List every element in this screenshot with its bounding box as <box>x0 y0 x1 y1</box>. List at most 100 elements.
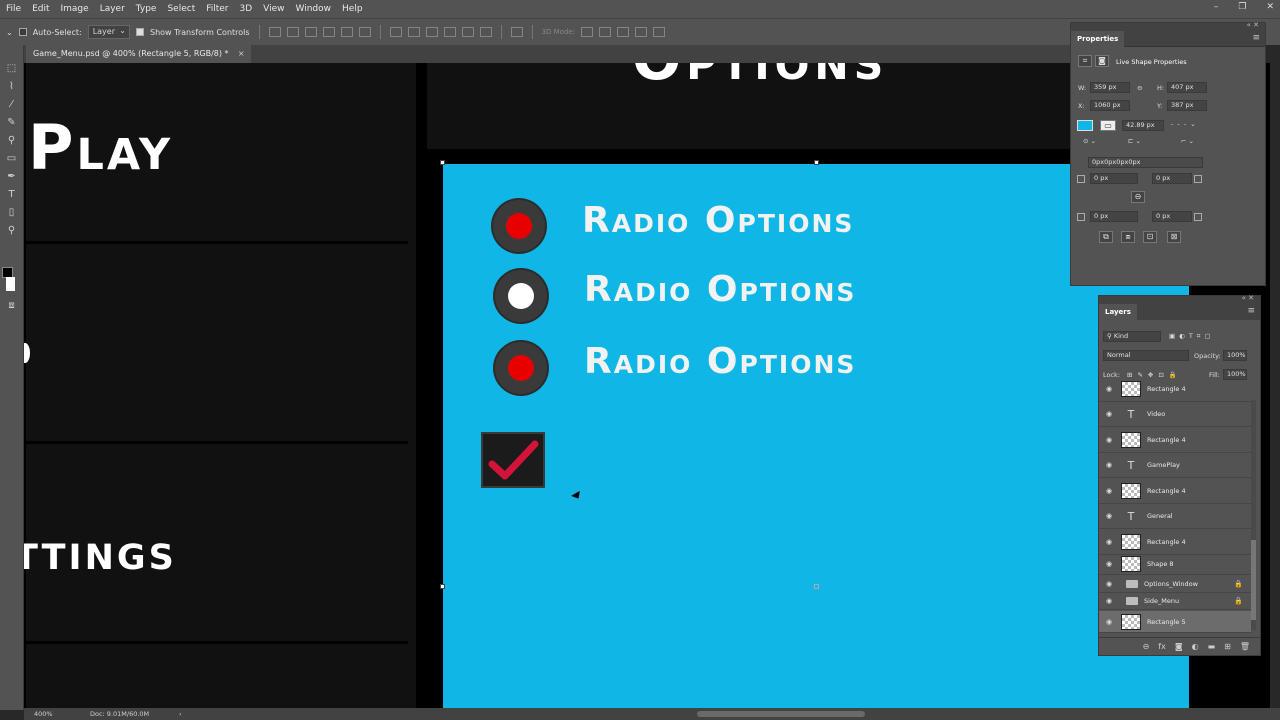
align-top-icon[interactable] <box>268 27 281 37</box>
visibility-eye-icon[interactable]: ◉ <box>1102 512 1116 520</box>
quick-mask-icon[interactable]: ⧈ <box>6 300 18 312</box>
eyedropper-tool-icon[interactable]: ⁄ <box>6 99 18 111</box>
distribute-left-icon[interactable] <box>443 27 456 37</box>
new-layer-icon[interactable]: ⊞ <box>1224 642 1231 651</box>
visibility-eye-icon[interactable]: ◉ <box>1102 436 1116 444</box>
menu-select[interactable]: Select <box>167 4 195 14</box>
align-hcenter-icon[interactable] <box>340 27 353 37</box>
transform-handle-top-center[interactable] <box>814 160 819 165</box>
menu-view[interactable]: View <box>263 4 284 14</box>
distribute-top-icon[interactable] <box>389 27 402 37</box>
rectangle-tool-icon[interactable]: ▯ <box>6 207 18 219</box>
checkbox[interactable] <box>481 432 545 488</box>
layer-row[interactable]: ◉ Shape 8 <box>1099 553 1251 575</box>
align-vcenter-icon[interactable] <box>286 27 299 37</box>
distribute-vcenter-icon[interactable] <box>407 27 420 37</box>
layer-row[interactable]: ◉ T General <box>1099 504 1251 529</box>
layer-group-row[interactable]: ◉ Side_Menu 🔒 <box>1099 593 1251 610</box>
3d-scale-icon[interactable] <box>653 27 666 37</box>
zoom-tool-icon[interactable]: ⚲ <box>6 225 18 237</box>
radio-button-1[interactable] <box>493 200 545 252</box>
pen-tool-icon[interactable]: ✒ <box>6 171 18 183</box>
add-mask-icon[interactable]: ◙ <box>1175 642 1183 651</box>
menu-filter[interactable]: Filter <box>206 4 228 14</box>
width-field[interactable]: 359 px <box>1090 82 1130 93</box>
horizontal-scrollbar[interactable] <box>697 711 865 717</box>
stroke-size-field[interactable]: 42.89 px <box>1122 120 1164 131</box>
visibility-eye-icon[interactable]: ◉ <box>1102 385 1116 393</box>
visibility-eye-icon[interactable]: ◉ <box>1102 487 1116 495</box>
panel-menu-icon[interactable]: ≡ <box>1247 306 1255 316</box>
height-field[interactable]: 407 px <box>1167 82 1207 93</box>
visibility-eye-icon[interactable]: ◉ <box>1102 597 1116 605</box>
layer-row[interactable]: ◉ T Video <box>1099 402 1251 427</box>
corner-tl-field[interactable]: 0 px <box>1090 173 1138 184</box>
y-field[interactable]: 387 px <box>1167 100 1207 111</box>
eraser-tool-icon[interactable]: ▭ <box>6 153 18 165</box>
stroke-join-dropdown[interactable]: ⌐ ⌄ <box>1181 137 1194 145</box>
new-group-icon[interactable]: ▬ <box>1208 642 1216 651</box>
panel-menu-icon[interactable]: ≡ <box>1252 33 1260 43</box>
auto-select-dropdown[interactable]: Layer <box>87 25 130 39</box>
3d-orbit-icon[interactable] <box>581 27 594 37</box>
menu-help[interactable]: Help <box>342 4 363 14</box>
menu-3d[interactable]: 3D <box>240 4 253 14</box>
status-menu-arrow[interactable]: › <box>179 708 182 720</box>
adjustment-layer-icon[interactable]: ◐ <box>1192 642 1199 651</box>
distribute-hcenter-icon[interactable] <box>461 27 474 37</box>
fill-color-swatch[interactable] <box>1077 120 1093 131</box>
stroke-color-swatch[interactable]: ▭ <box>1100 120 1116 131</box>
stroke-align-dropdown[interactable]: ⊙ ⌄ <box>1083 137 1096 145</box>
layer-row[interactable]: ◉ Rectangle 4 <box>1099 530 1251 555</box>
align-bottom-icon[interactable] <box>304 27 317 37</box>
link-corners-icon[interactable]: ⊖ <box>1131 191 1145 203</box>
panel-collapse-icon[interactable]: « ✕ <box>1247 21 1259 29</box>
restore-icon[interactable]: ❐ <box>1238 2 1246 12</box>
shape-properties-icon[interactable]: ⌗ <box>1078 55 1092 67</box>
kind-filter-dropdown[interactable]: ⚲ Kind <box>1103 331 1161 342</box>
stroke-style-dropdown[interactable]: - - - ⌄ <box>1171 120 1197 128</box>
menu-layer[interactable]: Layer <box>100 4 125 14</box>
corner-bl-field[interactable]: 0 px <box>1090 211 1138 222</box>
visibility-eye-icon[interactable]: ◉ <box>1102 410 1116 418</box>
path-intersect-icon[interactable]: ⊡ <box>1143 231 1157 243</box>
panel-collapse-icon[interactable]: « ✕ <box>1242 294 1254 302</box>
layers-tab[interactable]: Layers <box>1099 304 1137 320</box>
distribute-bottom-icon[interactable] <box>425 27 438 37</box>
scrollbar-thumb[interactable] <box>1251 540 1256 620</box>
mask-properties-icon[interactable]: ◙ <box>1095 55 1109 67</box>
visibility-eye-icon[interactable]: ◉ <box>1102 560 1116 568</box>
distribute-right-icon[interactable] <box>479 27 492 37</box>
menu-image[interactable]: Image <box>61 4 89 14</box>
layer-row[interactable]: ◉ Rectangle 4 <box>1099 428 1251 453</box>
transform-handle-top-left[interactable] <box>440 160 445 165</box>
3d-roll-icon[interactable] <box>599 27 612 37</box>
lasso-tool-icon[interactable]: ⌇ <box>6 81 18 93</box>
menu-window[interactable]: Window <box>296 4 332 14</box>
layer-row[interactable]: ◉ T GamePlay <box>1099 453 1251 478</box>
x-field[interactable]: 1060 px <box>1090 100 1130 111</box>
layers-scrollbar[interactable] <box>1251 400 1256 630</box>
visibility-eye-icon[interactable]: ◉ <box>1102 618 1116 626</box>
move-tool-icon[interactable]: ⌄ <box>6 28 13 37</box>
delete-layer-icon[interactable]: 🗑 <box>1240 642 1250 651</box>
document-tab[interactable]: Game_Menu.psd @ 400% (Rectangle 5, RGB/8… <box>26 45 251 63</box>
radio-button-3[interactable] <box>495 342 547 394</box>
corner-br-field[interactable]: 0 px <box>1152 211 1192 222</box>
close-icon[interactable]: ✕ <box>1266 2 1274 12</box>
stroke-cap-dropdown[interactable]: ⊏ ⌄ <box>1128 137 1141 145</box>
visibility-eye-icon[interactable]: ◉ <box>1102 538 1116 546</box>
align-left-icon[interactable] <box>322 27 335 37</box>
auto-align-icon[interactable] <box>510 27 523 37</box>
3d-pan-icon[interactable] <box>617 27 630 37</box>
menu-edit[interactable]: Edit <box>32 4 49 14</box>
radio-button-2[interactable] <box>495 270 547 322</box>
corner-tr-field[interactable]: 0 px <box>1152 173 1192 184</box>
blend-mode-dropdown[interactable]: Normal <box>1103 350 1189 361</box>
background-color-swatch[interactable] <box>6 277 15 291</box>
opacity-field[interactable]: 100% <box>1223 350 1247 361</box>
transform-handle-middle-left[interactable] <box>440 584 445 589</box>
properties-tab[interactable]: Properties <box>1071 31 1125 47</box>
3d-slide-icon[interactable] <box>635 27 648 37</box>
layer-row[interactable]: ◉ Rectangle 4 <box>1099 479 1251 504</box>
